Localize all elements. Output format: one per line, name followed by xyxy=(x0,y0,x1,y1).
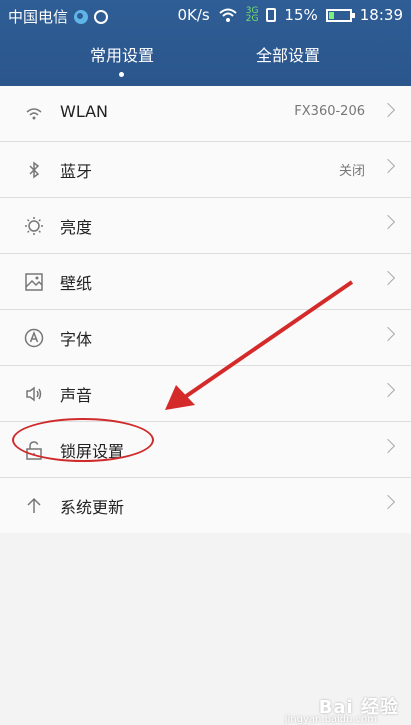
settings-item-brightness[interactable]: 亮度 xyxy=(0,198,411,254)
settings-item-label: 亮度 xyxy=(60,218,93,237)
tab-all-settings[interactable]: 全部设置 xyxy=(256,42,320,66)
settings-item-label: 锁屏设置 xyxy=(60,442,125,461)
signal-indicator: 3G 2G xyxy=(245,6,259,24)
settings-item-label: 蓝牙 xyxy=(60,162,93,181)
settings-item-label: 字体 xyxy=(60,330,93,349)
settings-item-value: FX360-206 xyxy=(294,104,365,119)
update-arrow-icon xyxy=(27,497,41,513)
battery-icon xyxy=(325,8,355,22)
header: 中国电信 0K/s 3G 2G 15% 18:39 常用设置 全部设置 xyxy=(0,0,411,86)
bluetooth-icon xyxy=(29,161,40,179)
wifi-icon xyxy=(26,108,42,120)
settings-item-wlan[interactable]: WLAN FX360-206 xyxy=(0,86,411,142)
chevron-right-icon xyxy=(380,494,396,510)
font-icon xyxy=(24,328,44,348)
wifi-status-icon xyxy=(219,8,237,22)
sync-icon xyxy=(94,9,109,24)
wallpaper-icon xyxy=(25,273,43,291)
chevron-right-icon xyxy=(380,214,396,230)
chevron-right-icon xyxy=(380,382,396,398)
settings-item-font[interactable]: 字体 xyxy=(0,310,411,366)
lock-icon xyxy=(26,441,42,460)
tab-common-settings[interactable]: 常用设置 xyxy=(90,42,154,66)
settings-item-label: 系统更新 xyxy=(60,498,125,517)
settings-item-label: 壁纸 xyxy=(60,274,93,293)
settings-item-system-update[interactable]: 系统更新 xyxy=(0,478,411,533)
clock: 18:39 xyxy=(359,6,403,24)
chevron-right-icon xyxy=(380,158,396,174)
battery-percent: 15% xyxy=(284,6,318,24)
settings-item-value: 关闭 xyxy=(338,164,365,179)
settings-item-sound[interactable]: 声音 xyxy=(0,366,411,422)
active-tab-indicator xyxy=(119,72,124,77)
watermark-url: jingyan.baidu.com xyxy=(284,714,377,725)
settings-list: WLAN FX360-206 蓝牙 关闭 亮度 壁纸 字体 声音 锁屏设置 系统… xyxy=(0,86,411,533)
settings-item-label: WLAN xyxy=(60,102,109,121)
brightness-icon xyxy=(25,217,43,235)
chevron-right-icon xyxy=(380,102,396,118)
sim-icon xyxy=(266,8,277,22)
settings-item-lock-screen[interactable]: 锁屏设置 xyxy=(0,422,411,478)
carrier-logo-icon xyxy=(74,9,89,24)
chevron-right-icon xyxy=(380,270,396,286)
settings-item-bluetooth[interactable]: 蓝牙 关闭 xyxy=(0,142,411,198)
network-speed: 0K/s xyxy=(177,6,210,24)
carrier-label: 中国电信 xyxy=(8,8,69,26)
chevron-right-icon xyxy=(380,438,396,454)
tab-bar: 常用设置 全部设置 xyxy=(0,42,411,74)
sound-icon xyxy=(26,386,42,402)
status-bar: 中国电信 0K/s 3G 2G 15% 18:39 xyxy=(0,0,411,32)
chevron-right-icon xyxy=(380,326,396,342)
settings-item-label: 声音 xyxy=(60,386,93,405)
settings-item-wallpaper[interactable]: 壁纸 xyxy=(0,254,411,310)
